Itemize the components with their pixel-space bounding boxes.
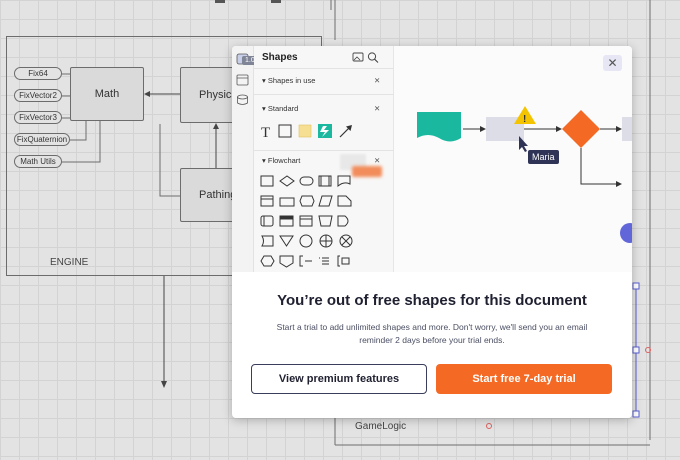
math-box[interactable]: Math — [70, 67, 144, 121]
panel-header-icons — [352, 52, 379, 63]
shapes-panel-preview: Shapes ▾ Shapes in use ✕ ▾ Standard ✕ T — [254, 46, 394, 272]
start-free-trial-button[interactable]: Start free 7-day trial — [436, 364, 612, 394]
pill-math-utils[interactable]: Math Utils — [14, 155, 62, 168]
section-label: Shapes in use — [267, 76, 316, 85]
section-label: Flowchart — [267, 156, 301, 165]
section-shapes-in-use[interactable]: ▾ Shapes in use ✕ — [262, 76, 380, 85]
svg-text:!: ! — [523, 114, 526, 125]
pill-fixvector2[interactable]: FixVector2 — [14, 89, 62, 102]
engine-label: ENGINE — [50, 257, 89, 268]
pill-fixvector3[interactable]: FixVector3 — [14, 111, 62, 124]
feature-preview: 1.00 Shapes ▾ Shapes in use ✕ ▾ Standard… — [232, 46, 632, 272]
standard-shapes: T — [261, 124, 352, 141]
modal-title: You’re out of free shapes for this docum… — [277, 292, 587, 309]
upgrade-modal: 1.00 Shapes ▾ Shapes in use ✕ ▾ Standard… — [232, 46, 632, 418]
close-icon: ✕ — [374, 76, 381, 85]
view-premium-features-button[interactable]: View premium features — [251, 364, 427, 394]
flowchart-shapes — [260, 175, 353, 268]
shapes-panel-title: Shapes — [262, 52, 298, 63]
close-modal-button[interactable]: ✕ — [603, 55, 622, 71]
pill-fix64[interactable]: Fix64 — [14, 67, 62, 80]
section-standard[interactable]: ▾ Standard ✕ — [262, 104, 380, 113]
flow-diagram-preview: ! — [417, 106, 632, 243]
close-icon: ✕ — [374, 104, 381, 113]
section-label: Standard — [267, 104, 299, 113]
modal-description: Start a trial to add unlimited shapes an… — [276, 322, 588, 345]
gamelogic-label: GameLogic — [355, 421, 407, 432]
pill-fixquaternion[interactable]: FixQuaternion — [14, 133, 70, 146]
close-icon: ✕ — [374, 156, 381, 165]
preview-icon-bar — [232, 46, 254, 272]
collaborator-cursor-label: Maria — [528, 150, 559, 164]
section-flowchart[interactable]: ▾ Flowchart ✕ — [262, 156, 380, 165]
svg-text:T: T — [261, 125, 270, 141]
